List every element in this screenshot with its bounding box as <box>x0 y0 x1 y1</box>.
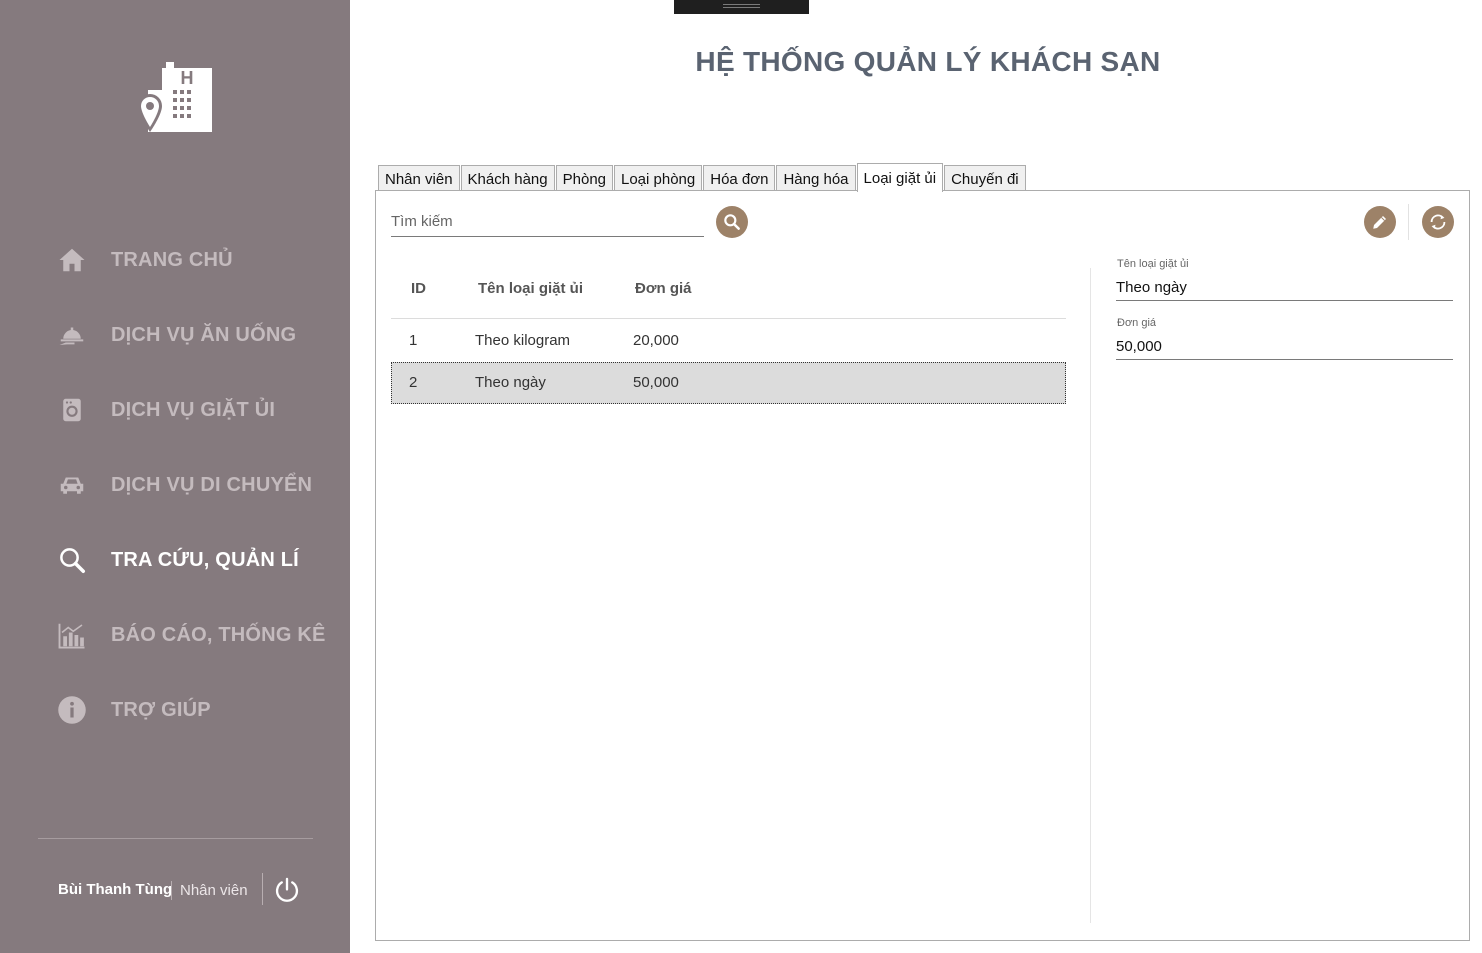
name-field-label: Tên loại giặt ủi <box>1117 258 1189 270</box>
edit-button[interactable] <box>1364 206 1396 238</box>
app-window: H TRANG CHỦ DỊCH VỤ ĂN UỐNG DỊCH VỤ GIẶT… <box>0 0 1482 953</box>
table-row[interactable]: 1 Theo kilogram 20,000 <box>391 320 1066 362</box>
column-header-id[interactable]: ID <box>411 280 426 297</box>
user-separator <box>171 881 172 900</box>
table-header-divider <box>391 318 1066 319</box>
washing-machine-icon <box>56 394 88 426</box>
tab-bar: Nhân viên Khách hàng Phòng Loại phòng Hó… <box>378 163 1027 192</box>
price-field[interactable] <box>1116 334 1453 360</box>
nav-item-dich-vu-an-uong[interactable]: DỊCH VỤ ĂN UỐNG <box>56 315 346 355</box>
nav-item-bao-cao-thong-ke[interactable]: BÁO CÁO, THỐNG KÊ <box>56 615 346 655</box>
tab-loai-phong[interactable]: Loại phòng <box>614 165 703 192</box>
nav-item-label: TRỢ GIÚP <box>111 698 211 721</box>
car-icon <box>56 469 88 501</box>
sidebar: H TRANG CHỦ DỊCH VỤ ĂN UỐNG DỊCH VỤ GIẶT… <box>0 0 350 953</box>
tab-chuyen-di[interactable]: Chuyến đi <box>944 165 1026 192</box>
tab-phong[interactable]: Phòng <box>555 165 613 192</box>
tab-content-panel <box>375 190 1470 941</box>
column-header-name[interactable]: Tên loại giặt ủi <box>478 280 583 297</box>
cell-id: 2 <box>409 374 418 391</box>
tab-nhan-vien[interactable]: Nhân viên <box>378 165 460 192</box>
cell-name: Theo kilogram <box>475 332 571 349</box>
nav-item-dich-vu-giat-ui[interactable]: DỊCH VỤ GIẶT ỦI <box>56 390 346 430</box>
pencil-icon <box>1373 216 1386 229</box>
nav-item-label: DỊCH VỤ ĂN UỐNG <box>111 323 297 346</box>
page-title: HỆ THỐNG QUẢN LÝ KHÁCH SẠN <box>695 46 1161 77</box>
info-icon <box>56 694 88 726</box>
tab-loai-giat-ui[interactable]: Loại giặt ủi <box>856 163 944 192</box>
name-field[interactable] <box>1116 275 1453 301</box>
search-icon <box>56 544 88 576</box>
table-row[interactable]: 2 Theo ngày 50,000 <box>391 362 1066 404</box>
nav-item-label: BÁO CÁO, THỐNG KÊ <box>111 623 326 646</box>
nav-item-dich-vu-di-chuyen[interactable]: DỊCH VỤ DI CHUYỂN <box>56 465 346 505</box>
cell-name: Theo ngày <box>475 374 546 391</box>
nav-item-label: TRANG CHỦ <box>111 248 233 271</box>
svg-text:H: H <box>181 68 194 88</box>
chart-icon <box>56 619 88 651</box>
nav-item-trang-chu[interactable]: TRANG CHỦ <box>56 240 346 280</box>
user-separator <box>262 873 263 905</box>
user-name: Bùi Thanh Tùng <box>58 881 173 898</box>
nav-item-label: DỊCH VỤ GIẶT ỦI <box>111 398 276 421</box>
tab-hoa-don[interactable]: Hóa đơn <box>703 165 776 192</box>
panel-divider <box>1090 268 1091 923</box>
tab-hang-hoa[interactable]: Hàng hóa <box>776 165 856 192</box>
cell-price: 20,000 <box>633 332 679 349</box>
nav-item-tro-giup[interactable]: TRỢ GIÚP <box>56 690 346 730</box>
hotel-logo-icon: H <box>138 62 212 132</box>
sidebar-divider <box>38 838 313 839</box>
tab-khach-hang[interactable]: Khách hàng <box>460 165 555 192</box>
user-role: Nhân viên <box>180 882 248 899</box>
column-header-price[interactable]: Đơn giá <box>635 280 692 297</box>
nav-item-label: TRA CỨU, QUẢN LÍ <box>111 548 299 571</box>
room-service-icon <box>56 319 88 351</box>
search-icon <box>724 214 740 230</box>
search-button[interactable] <box>716 206 748 238</box>
window-drag-handle[interactable] <box>674 0 809 14</box>
toolbar-divider <box>1408 204 1409 240</box>
power-icon[interactable] <box>273 876 301 904</box>
price-field-label: Đơn giá <box>1117 317 1157 329</box>
nav-item-tra-cuu-quan-li[interactable]: TRA CỨU, QUẢN LÍ <box>56 540 346 580</box>
home-icon <box>56 244 88 276</box>
refresh-button[interactable] <box>1422 206 1454 238</box>
search-input[interactable] <box>391 207 704 237</box>
cell-price: 50,000 <box>633 374 679 391</box>
nav-item-label: DỊCH VỤ DI CHUYỂN <box>111 473 313 496</box>
cell-id: 1 <box>409 332 418 349</box>
refresh-icon <box>1430 214 1446 230</box>
